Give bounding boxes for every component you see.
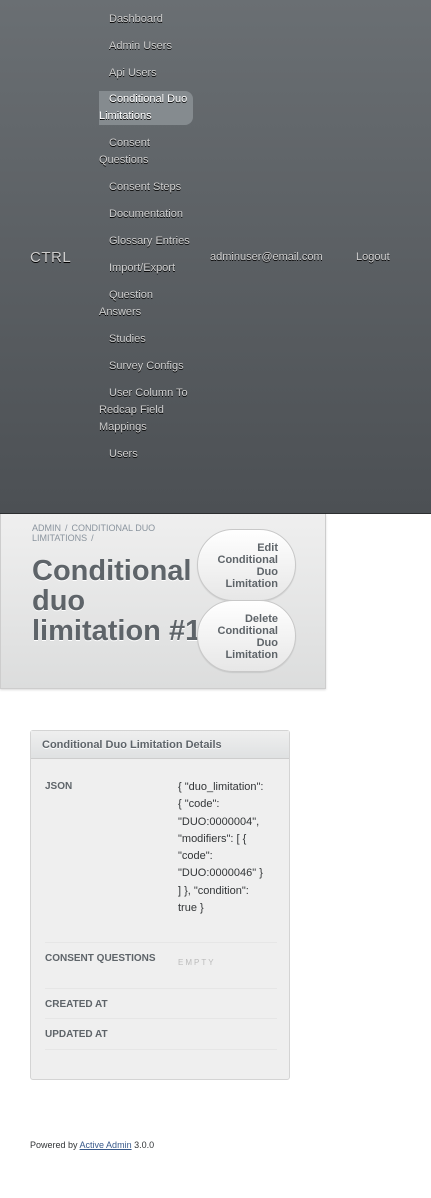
breadcrumb-link-admin[interactable]: Admin bbox=[32, 523, 61, 533]
row-label-created-at: Created At bbox=[45, 999, 108, 1010]
tab-survey-configs[interactable]: Survey Configs bbox=[99, 358, 193, 375]
site-title[interactable]: CTRL bbox=[30, 249, 71, 266]
details-panel: Conditional Duo Limitation Details Json … bbox=[30, 730, 290, 1080]
table-row: Created At bbox=[45, 989, 277, 1019]
delete-button[interactable]: Delete Conditional Duo Limitation bbox=[197, 600, 296, 672]
table-row: Json { "duo_limitation": { "code": "DUO:… bbox=[45, 771, 277, 943]
tab-consent-steps[interactable]: Consent Steps bbox=[99, 179, 193, 196]
row-label-consent-questions: Consent Questions bbox=[45, 953, 156, 964]
table-row: Consent Questions Empty bbox=[45, 943, 277, 989]
panel-title: Conditional Duo Limitation Details bbox=[31, 731, 289, 759]
active-admin-link[interactable]: Active Admin bbox=[80, 1140, 132, 1150]
row-value-consent-questions: Empty bbox=[178, 958, 216, 967]
table-row: Updated At bbox=[45, 1019, 277, 1050]
tab-documentation[interactable]: Documentation bbox=[99, 206, 193, 223]
edit-button[interactable]: Edit Conditional Duo Limitation bbox=[197, 529, 296, 601]
tab-users[interactable]: Users bbox=[99, 446, 193, 463]
main-navigation: Dashboard Admin Users Api Users Conditio… bbox=[99, 0, 193, 463]
footer: Powered by Active Admin 3.0.0 bbox=[30, 1140, 154, 1150]
breadcrumb: Admin / Conditional Duo Limitations / bbox=[32, 523, 192, 543]
current-user-link[interactable]: adminuser@email.com bbox=[210, 251, 323, 263]
breadcrumb-separator: / bbox=[91, 533, 94, 543]
title-bar: Admin / Conditional Duo Limitations / Condi… bbox=[0, 514, 326, 689]
footer-version: 3.0.0 bbox=[134, 1140, 155, 1150]
tab-question-answers[interactable]: Question Answers bbox=[99, 287, 193, 321]
logout-link[interactable]: Logout bbox=[356, 251, 390, 263]
attributes-table: Json { "duo_limitation": { "code": "DUO:… bbox=[45, 771, 277, 1050]
tab-import-export[interactable]: Import/Export bbox=[99, 260, 193, 277]
tab-dashboard[interactable]: Dashboard bbox=[99, 11, 193, 28]
tab-conditional-duo-limitations[interactable]: Conditional Duo Limitations bbox=[99, 91, 193, 125]
tab-admin-users[interactable]: Admin Users bbox=[99, 38, 193, 55]
tab-glossary-entries[interactable]: Glossary Entries bbox=[99, 233, 193, 250]
tab-consent-questions[interactable]: Consent Questions bbox=[99, 135, 193, 169]
row-label-json: Json bbox=[45, 781, 73, 792]
footer-prefix: Powered by bbox=[30, 1140, 78, 1150]
row-label-updated-at: Updated At bbox=[45, 1029, 108, 1040]
page-title: Conditional duo limitation #1 bbox=[32, 555, 202, 647]
tab-api-users[interactable]: Api Users bbox=[99, 65, 193, 82]
tab-studies[interactable]: Studies bbox=[99, 331, 193, 348]
row-value-json: { "duo_limitation": { "code": "DUO:00000… bbox=[178, 781, 264, 915]
tab-user-column-to-redcap-field-mappings[interactable]: User Column To Redcap Field Mappings bbox=[99, 385, 193, 436]
site-header: CTRL Dashboard Admin Users Api Users Con… bbox=[0, 0, 431, 514]
breadcrumb-separator: / bbox=[65, 523, 68, 533]
